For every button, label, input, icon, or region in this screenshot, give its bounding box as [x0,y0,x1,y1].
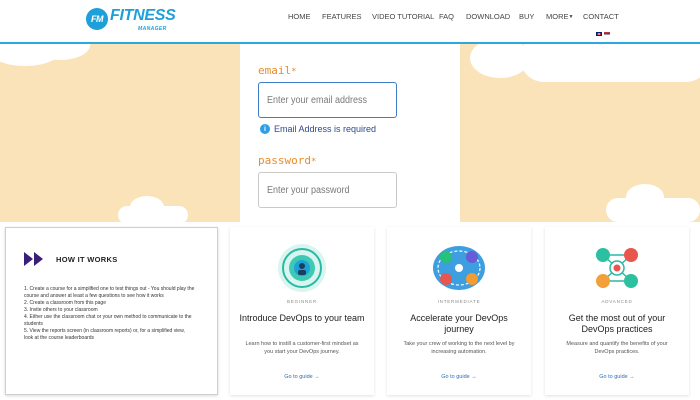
email-error-message: i Email Address is required [260,124,376,134]
guide-card-intermediate: INTERMEDIATE Accelerate your DevOps jour… [387,227,531,395]
logo-subtitle: MANAGER [138,26,167,32]
step-line: 1. Create a course for a simplified one … [24,286,195,292]
step-line: 2. Create a classroom from this page [24,300,106,306]
nav-features[interactable]: FEATURES [322,12,361,21]
main-nav: HOME FEATURES VIDEO TUTORIAL FAQ DOWNLOA… [288,12,619,21]
step-line: course and answer at least a few questio… [24,293,164,299]
how-it-works-title: HOW IT WORKS [56,254,118,264]
info-icon: i [260,124,270,134]
team-network-illustration [596,248,638,288]
card-level: ADVANCED [601,299,633,304]
step-line: 3. Invite others to your classroom [24,307,98,313]
password-label: password* [258,154,316,167]
nav-download[interactable]: DOWNLOAD [466,12,510,21]
card-level: INTERMEDIATE [437,299,481,304]
step-line: 5. View the reports screen (in classroom… [24,328,185,334]
team-circle-illustration [278,244,326,292]
how-it-works-steps: 1. Create a course for a simplified one … [24,286,214,342]
password-label-text: password [258,154,311,167]
step-line: 4. Either use the classroom chat or your… [24,314,192,320]
step-line: students [24,321,43,327]
cloud-decoration [606,198,700,222]
card-description: Measure and quantify the benefits of you… [566,341,668,355]
nav-more-label: MORE [546,12,569,21]
guide-card-advanced: ADVANCED Get the most out of your DevOps… [545,227,689,395]
double-arrow-icon [24,252,43,266]
nav-home[interactable]: HOME [288,12,311,21]
nav-more[interactable]: MORE▼ [546,12,573,21]
email-field[interactable]: Enter your email address [258,82,397,118]
email-error-text: Email Address is required [274,124,377,134]
logo-wordmark: FITNESS [110,7,176,24]
nav-video-tutorial[interactable]: VIDEO TUTORIAL [372,12,434,21]
login-form: email* Enter your email address i Email … [240,44,460,222]
password-placeholder: Enter your password [267,184,350,196]
card-description: Learn how to instill a customer-first mi… [245,341,359,355]
how-it-works-card: HOW IT WORKS 1. Create a course for a si… [5,227,218,395]
go-to-guide-link[interactable]: Go to guide → [387,374,531,380]
card-title: Introduce DevOps to your team [239,313,365,323]
team-connection-illustration [433,246,485,290]
nav-buy[interactable]: BUY [519,12,534,21]
logo-badge: FM [86,8,108,30]
go-to-guide-link[interactable]: Go to guide → [230,374,374,380]
password-field[interactable]: Enter your password [258,172,397,208]
required-marker: * [310,157,317,167]
required-marker: * [291,67,297,77]
flag-serbia-icon[interactable] [604,32,610,36]
step-line: look at the course leaderboards [24,335,95,341]
fitness-manager-logo[interactable]: FM FITNESS MANAGER [86,6,176,36]
email-label: email* [258,64,297,77]
email-label-text: email [258,64,292,77]
card-level: BEGINNER [287,299,317,304]
email-placeholder: Enter your email address [267,94,368,106]
card-title: Get the most out of your DevOps practice… [568,313,666,334]
guide-card-beginner: BEGINNER Introduce DevOps to your team L… [230,227,374,395]
nav-faq[interactable]: FAQ [439,12,454,21]
flag-uk-icon[interactable] [596,32,602,36]
cloud-decoration [118,206,188,224]
chevron-down-icon: ▼ [568,14,574,21]
go-to-guide-link[interactable]: Go to guide → [545,374,689,380]
top-navbar: FM FITNESS MANAGER HOME FEATURES VIDEO T… [0,0,700,44]
nav-contact[interactable]: CONTACT [583,12,619,21]
card-title: Accelerate your DevOps journey [410,313,508,334]
how-it-works-header: HOW IT WORKS [24,252,118,266]
language-switcher [596,32,610,36]
card-description: Take your crew of working to the next le… [403,341,515,355]
